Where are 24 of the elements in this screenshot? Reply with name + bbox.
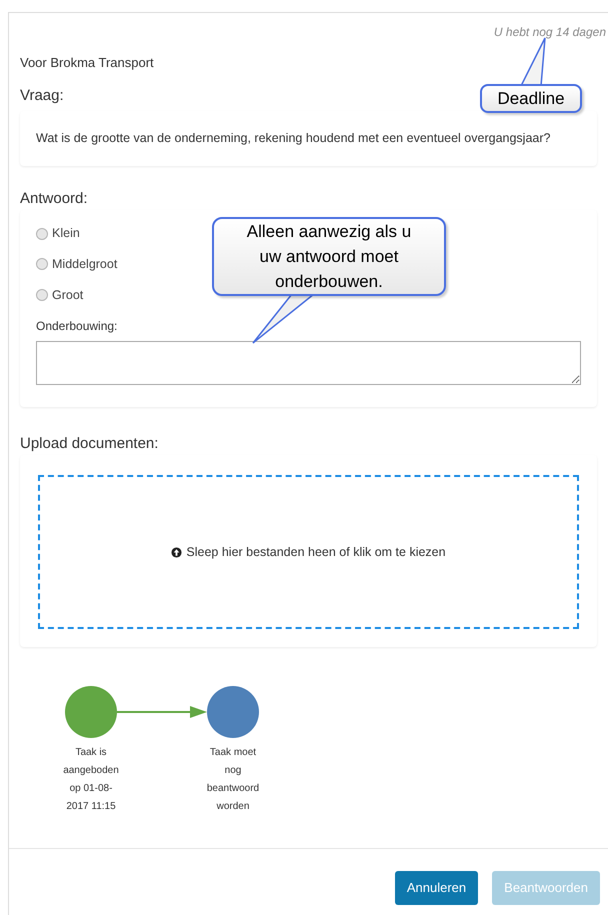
dropzone[interactable]: Sleep hier bestanden heen of klik om te kiezen	[38, 475, 579, 629]
motivation-label: Onderbouwing:	[36, 318, 118, 334]
node-label: Taak moet nog beantwoord worden	[206, 746, 260, 814]
upload-icon	[171, 546, 182, 558]
radio-button[interactable]	[36, 289, 48, 302]
dropzone-text: Sleep hier bestanden heen of klik om te kiezen	[186, 544, 446, 561]
deadline-text: U hebt nog 14 dagen	[494, 24, 606, 41]
question-panel: Wat is de grootte van de onderneming, rekening houdend met een eventueel overgangsjaar?	[20, 111, 597, 166]
radio-button[interactable]	[36, 258, 48, 270]
motivation-field[interactable]	[36, 340, 581, 384]
radio-button[interactable]	[36, 228, 48, 240]
node-label: Taak is aangeboden op 01-08-2017 11:15	[62, 746, 120, 814]
radio-option[interactable]: Klein	[36, 224, 80, 243]
upload-heading: Upload documenten:	[20, 434, 160, 454]
cancel-button[interactable]: Annuleren	[394, 871, 478, 905]
callout-pointer	[252, 293, 314, 344]
question-heading: Vraag:	[20, 86, 64, 106]
radio-option[interactable]: Groot	[36, 286, 84, 304]
customer-name: Voor Brokma Transport	[20, 54, 155, 72]
radio-option[interactable]: Middelgroot	[36, 255, 118, 274]
callout: Deadline	[480, 84, 582, 113]
callout: Alleen aanwezig als u uw antwoord moet onderbouwen.	[212, 217, 446, 296]
callout-pointer	[520, 37, 546, 86]
answer-heading: Antwoord:	[20, 188, 89, 209]
